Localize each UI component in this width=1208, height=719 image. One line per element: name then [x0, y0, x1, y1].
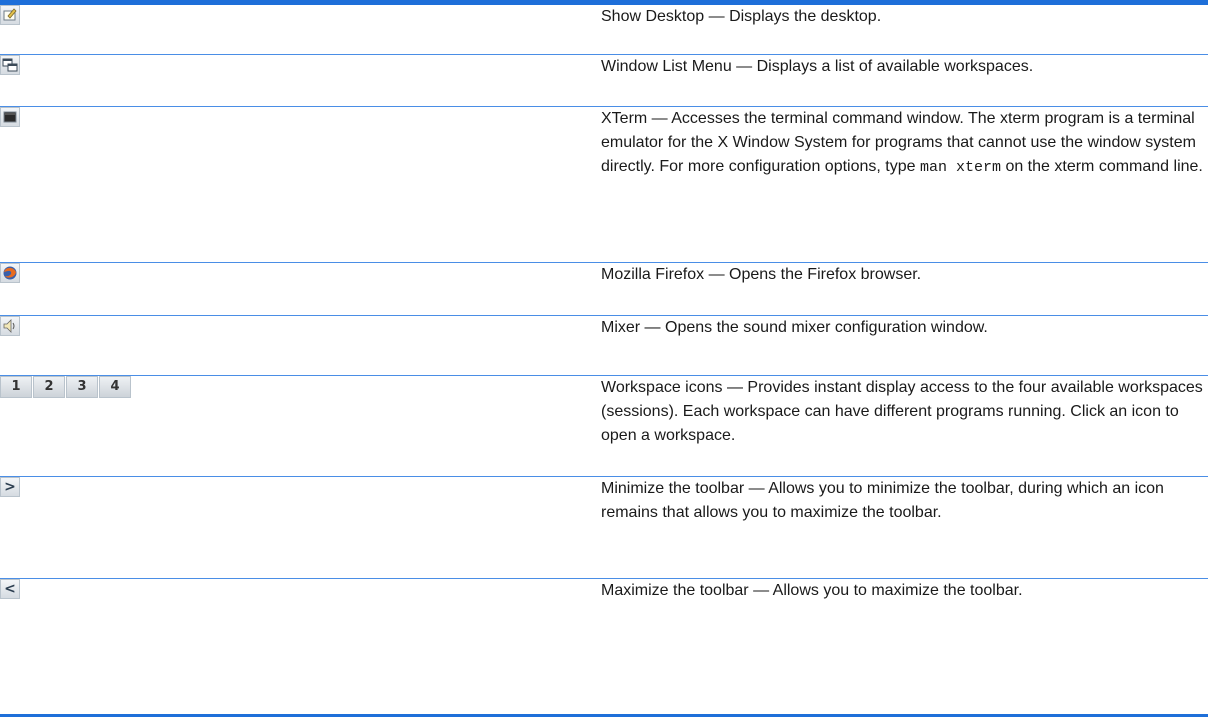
table-row: XTerm — Accesses the terminal command wi…	[0, 106, 1208, 263]
item-title: Show Desktop	[601, 8, 705, 25]
row-description: Show Desktop — Displays the desktop.	[601, 5, 1208, 55]
maximize-toolbar-icon: <	[0, 578, 20, 599]
dash: —	[722, 378, 748, 396]
window-list-icon	[0, 54, 20, 75]
item-title: Window List Menu	[601, 57, 732, 75]
dash: —	[640, 318, 665, 336]
dash: —	[731, 57, 757, 75]
item-title: Workspace icons	[601, 378, 723, 396]
workspace-2-button[interactable]: 2	[33, 375, 65, 398]
row-description: Mixer — Opens the sound mixer configurat…	[601, 315, 1208, 376]
item-title: Maximize the toolbar	[601, 581, 749, 599]
firefox-icon	[0, 262, 20, 283]
item-desc: Opens the sound mixer configuration wind…	[665, 318, 988, 336]
row-description: Minimize the toolbar — Allows you to min…	[601, 476, 1208, 579]
item-desc: Allows you to maximize the toolbar.	[772, 581, 1023, 599]
table-row: < Maximize the toolbar — Allows you to m…	[0, 578, 1208, 708]
dash: —	[704, 265, 730, 283]
item-title: Mozilla Firefox	[601, 265, 705, 283]
xterm-icon	[0, 106, 20, 127]
table-row: Mozilla Firefox — Opens the Firefox brow…	[0, 262, 1208, 316]
command-code: man xterm	[919, 158, 1001, 176]
row-description: XTerm — Accesses the terminal command wi…	[601, 106, 1208, 263]
workspace-icons: 1234	[0, 375, 132, 398]
dash: —	[748, 581, 773, 599]
item-desc-cont: on the xterm command line.	[1005, 157, 1203, 175]
table-row: Mixer — Opens the sound mixer configurat…	[0, 315, 1208, 376]
row-description: Window List Menu — Displays a list of av…	[601, 54, 1208, 107]
workspace-1-button[interactable]: 1	[0, 375, 32, 398]
mixer-speaker-icon	[0, 315, 20, 336]
workspace-3-button[interactable]: 3	[66, 375, 98, 398]
row-description: Workspace icons — Provides instant displ…	[601, 375, 1208, 477]
toolbar-icons-table: Show Desktop — Displays the desktop. Win…	[0, 5, 1208, 708]
item-desc: Opens the Firefox browser.	[729, 265, 922, 283]
item-title: Mixer	[601, 318, 641, 336]
dash: —	[704, 8, 730, 25]
row-description: Mozilla Firefox — Opens the Firefox brow…	[601, 262, 1208, 316]
workspace-4-button[interactable]: 4	[99, 375, 131, 398]
table-row: Show Desktop — Displays the desktop.	[0, 5, 1208, 55]
table-row: Window List Menu — Displays a list of av…	[0, 54, 1208, 107]
table-row: 1234 Workspace icons — Provides instant …	[0, 375, 1208, 477]
item-title: XTerm	[601, 109, 648, 127]
table-row: > Minimize the toolbar — Allows you to m…	[0, 476, 1208, 579]
item-desc: Displays the desktop.	[729, 8, 882, 25]
row-description: Maximize the toolbar — Allows you to max…	[601, 578, 1208, 708]
item-title: Minimize the toolbar	[601, 479, 745, 497]
show-desktop-icon	[0, 5, 20, 25]
dash: —	[647, 109, 672, 127]
minimize-toolbar-icon: >	[0, 476, 20, 497]
item-desc: Displays a list of available workspaces.	[756, 57, 1034, 75]
bottom-rule	[0, 714, 1208, 717]
dash: —	[744, 479, 769, 497]
